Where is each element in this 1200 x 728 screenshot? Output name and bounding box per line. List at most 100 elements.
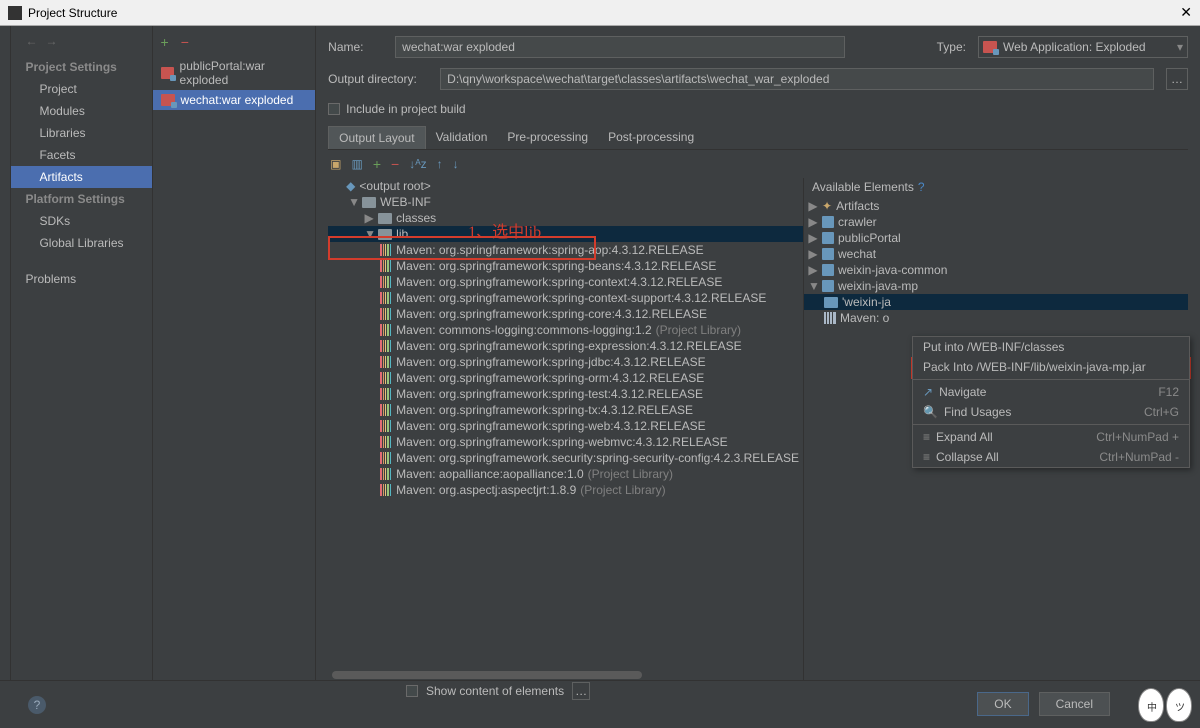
maven-lib-item[interactable]: Maven: org.springframework:spring-web:4.… [328,418,803,434]
item-global-libs[interactable]: Global Libraries [11,232,151,254]
lib-folder: lib [396,227,408,241]
ctx-expand-all[interactable]: ≡Expand AllCtrl+NumPad + [913,427,1189,447]
bars-icon[interactable]: ▥ [352,157,363,171]
maven-lib-item[interactable]: Maven: org.springframework:spring-tx:4.3… [328,402,803,418]
window-title: Project Structure [28,6,117,20]
library-icon [380,452,392,464]
library-icon [380,324,392,336]
maven-lib-item[interactable]: Maven: org.springframework:spring-core:4… [328,306,803,322]
folder-icon [824,297,838,308]
library-icon [380,468,392,480]
artifact-wechat[interactable]: wechat:war exploded [153,90,316,110]
cancel-button[interactable]: Cancel [1039,692,1110,716]
item-artifacts[interactable]: Artifacts [11,166,151,188]
name-input[interactable] [395,36,845,58]
help-button[interactable]: ? [28,696,46,714]
scrollbar-horizontal[interactable] [328,670,803,680]
item-project[interactable]: Project [11,78,151,100]
ctx-find-usages[interactable]: 🔍Find UsagesCtrl+G [913,402,1189,422]
maven-lib-item[interactable]: Maven: org.springframework.security:spri… [328,450,803,466]
webinf-folder[interactable]: WEB-INF [380,195,431,209]
lib-folder-row[interactable]: ▼lib [328,226,803,242]
add-icon[interactable]: + [373,156,381,172]
item-problems[interactable]: Problems [11,268,151,290]
type-select[interactable]: Web Application: Exploded ▾ [978,36,1188,58]
folder-icon [378,213,392,224]
item-libraries[interactable]: Libraries [11,122,151,144]
library-icon [380,308,392,320]
library-icon [380,276,392,288]
options-button[interactable]: … [572,682,590,700]
app-icon [8,6,22,20]
weixin-ja-item[interactable]: 'weixin-ja [804,294,1188,310]
ctx-pack-into[interactable]: Pack Into /WEB-INF/lib/weixin-java-mp.ja… [913,357,1189,377]
maven-lib-item[interactable]: Maven: org.springframework:spring-contex… [328,290,803,306]
down-icon[interactable]: ↓ [453,157,459,171]
ok-button[interactable]: OK [977,692,1028,716]
close-icon[interactable]: ✕ [1180,4,1192,21]
settings-sidebar: ← → Project Settings Project Modules Lib… [11,26,152,680]
item-facets[interactable]: Facets [11,144,151,166]
tab-output-layout[interactable]: Output Layout [328,126,425,149]
maven-lib-item[interactable]: Maven: commons-logging:commons-logging:1… [328,322,803,338]
tab-validation[interactable]: Validation [426,126,498,149]
nav-fwd-icon[interactable]: → [45,34,57,48]
artifact-publicportal[interactable]: publicPortal:war exploded [153,56,316,90]
library-icon [380,340,392,352]
outdir-input[interactable] [440,68,1154,90]
library-icon [380,484,392,496]
new-folder-icon[interactable]: ▣ [330,157,341,171]
ctx-collapse-all[interactable]: ≡Collapse AllCtrl+NumPad - [913,447,1189,467]
browse-button[interactable]: … [1166,68,1188,90]
checkbox-icon [328,103,340,115]
layout-toolbar: ▣ ▥ + − ↓ᴬᴢ ↑ ↓ [328,150,1188,178]
ctx-put-into[interactable]: Put into /WEB-INF/classes [913,337,1189,357]
library-icon [380,356,392,368]
titlebar: Project Structure ✕ [0,0,1200,26]
sort-icon[interactable]: ↓ᴬᴢ [409,157,426,171]
nav-back-icon[interactable]: ← [25,34,37,48]
library-icon [380,372,392,384]
classes-folder[interactable]: classes [396,211,436,225]
remove-icon[interactable]: − [391,156,399,172]
maven-lib-item[interactable]: Maven: org.springframework:spring-jdbc:4… [328,354,803,370]
up-icon[interactable]: ↑ [437,157,443,171]
show-content-checkbox[interactable]: Show content of elements … [406,682,590,700]
maven-lib-item[interactable]: Maven: org.aspectj:aspectjrt:1.8.9 (Proj… [328,482,803,498]
ctx-navigate[interactable]: ↗NavigateF12 [913,382,1189,402]
library-icon [380,244,392,256]
maven-lib-item[interactable]: Maven: org.springframework:spring-expres… [328,338,803,354]
section-project-settings: Project Settings [11,56,151,78]
maven-lib-item[interactable]: Maven: org.springframework:spring-test:4… [328,386,803,402]
tab-postprocessing[interactable]: Post-processing [598,126,704,149]
tab-preprocessing[interactable]: Pre-processing [497,126,598,149]
include-build-checkbox[interactable]: Include in project build [328,102,1188,116]
help-icon[interactable]: ? [918,180,925,194]
ime-mascot: 中 ツ [1138,688,1192,722]
section-platform-settings: Platform Settings [11,188,151,210]
item-modules[interactable]: Modules [11,100,151,122]
output-tree[interactable]: ◆<output root> ▼WEB-INF ▶classes ▼lib Ma… [328,178,804,680]
context-menu: Put into /WEB-INF/classes Pack Into /WEB… [912,336,1190,468]
outdir-label: Output directory: [328,72,428,86]
module-icon [822,280,834,292]
tabs: Output Layout Validation Pre-processing … [328,126,1188,150]
add-artifact-icon[interactable]: + [161,34,169,50]
maven-lib-item[interactable]: Maven: org.springframework:spring-contex… [328,274,803,290]
remove-artifact-icon[interactable]: − [181,34,189,50]
maven-lib-item[interactable]: Maven: org.springframework:spring-aop:4.… [328,242,803,258]
library-icon [824,312,836,324]
item-sdks[interactable]: SDKs [11,210,151,232]
library-icon [380,404,392,416]
library-icon [380,388,392,400]
maven-lib-item[interactable]: Maven: org.springframework:spring-beans:… [328,258,803,274]
folder-icon [378,229,392,240]
library-icon [380,436,392,448]
output-root[interactable]: <output root> [359,179,430,193]
folder-icon [362,197,376,208]
artifact-icon [161,94,175,106]
maven-lib-item[interactable]: Maven: org.springframework:spring-orm:4.… [328,370,803,386]
maven-lib-item[interactable]: Maven: org.springframework:spring-webmvc… [328,434,803,450]
chevron-down-icon: ▾ [1177,40,1183,54]
maven-lib-item[interactable]: Maven: aopalliance:aopalliance:1.0 (Proj… [328,466,803,482]
